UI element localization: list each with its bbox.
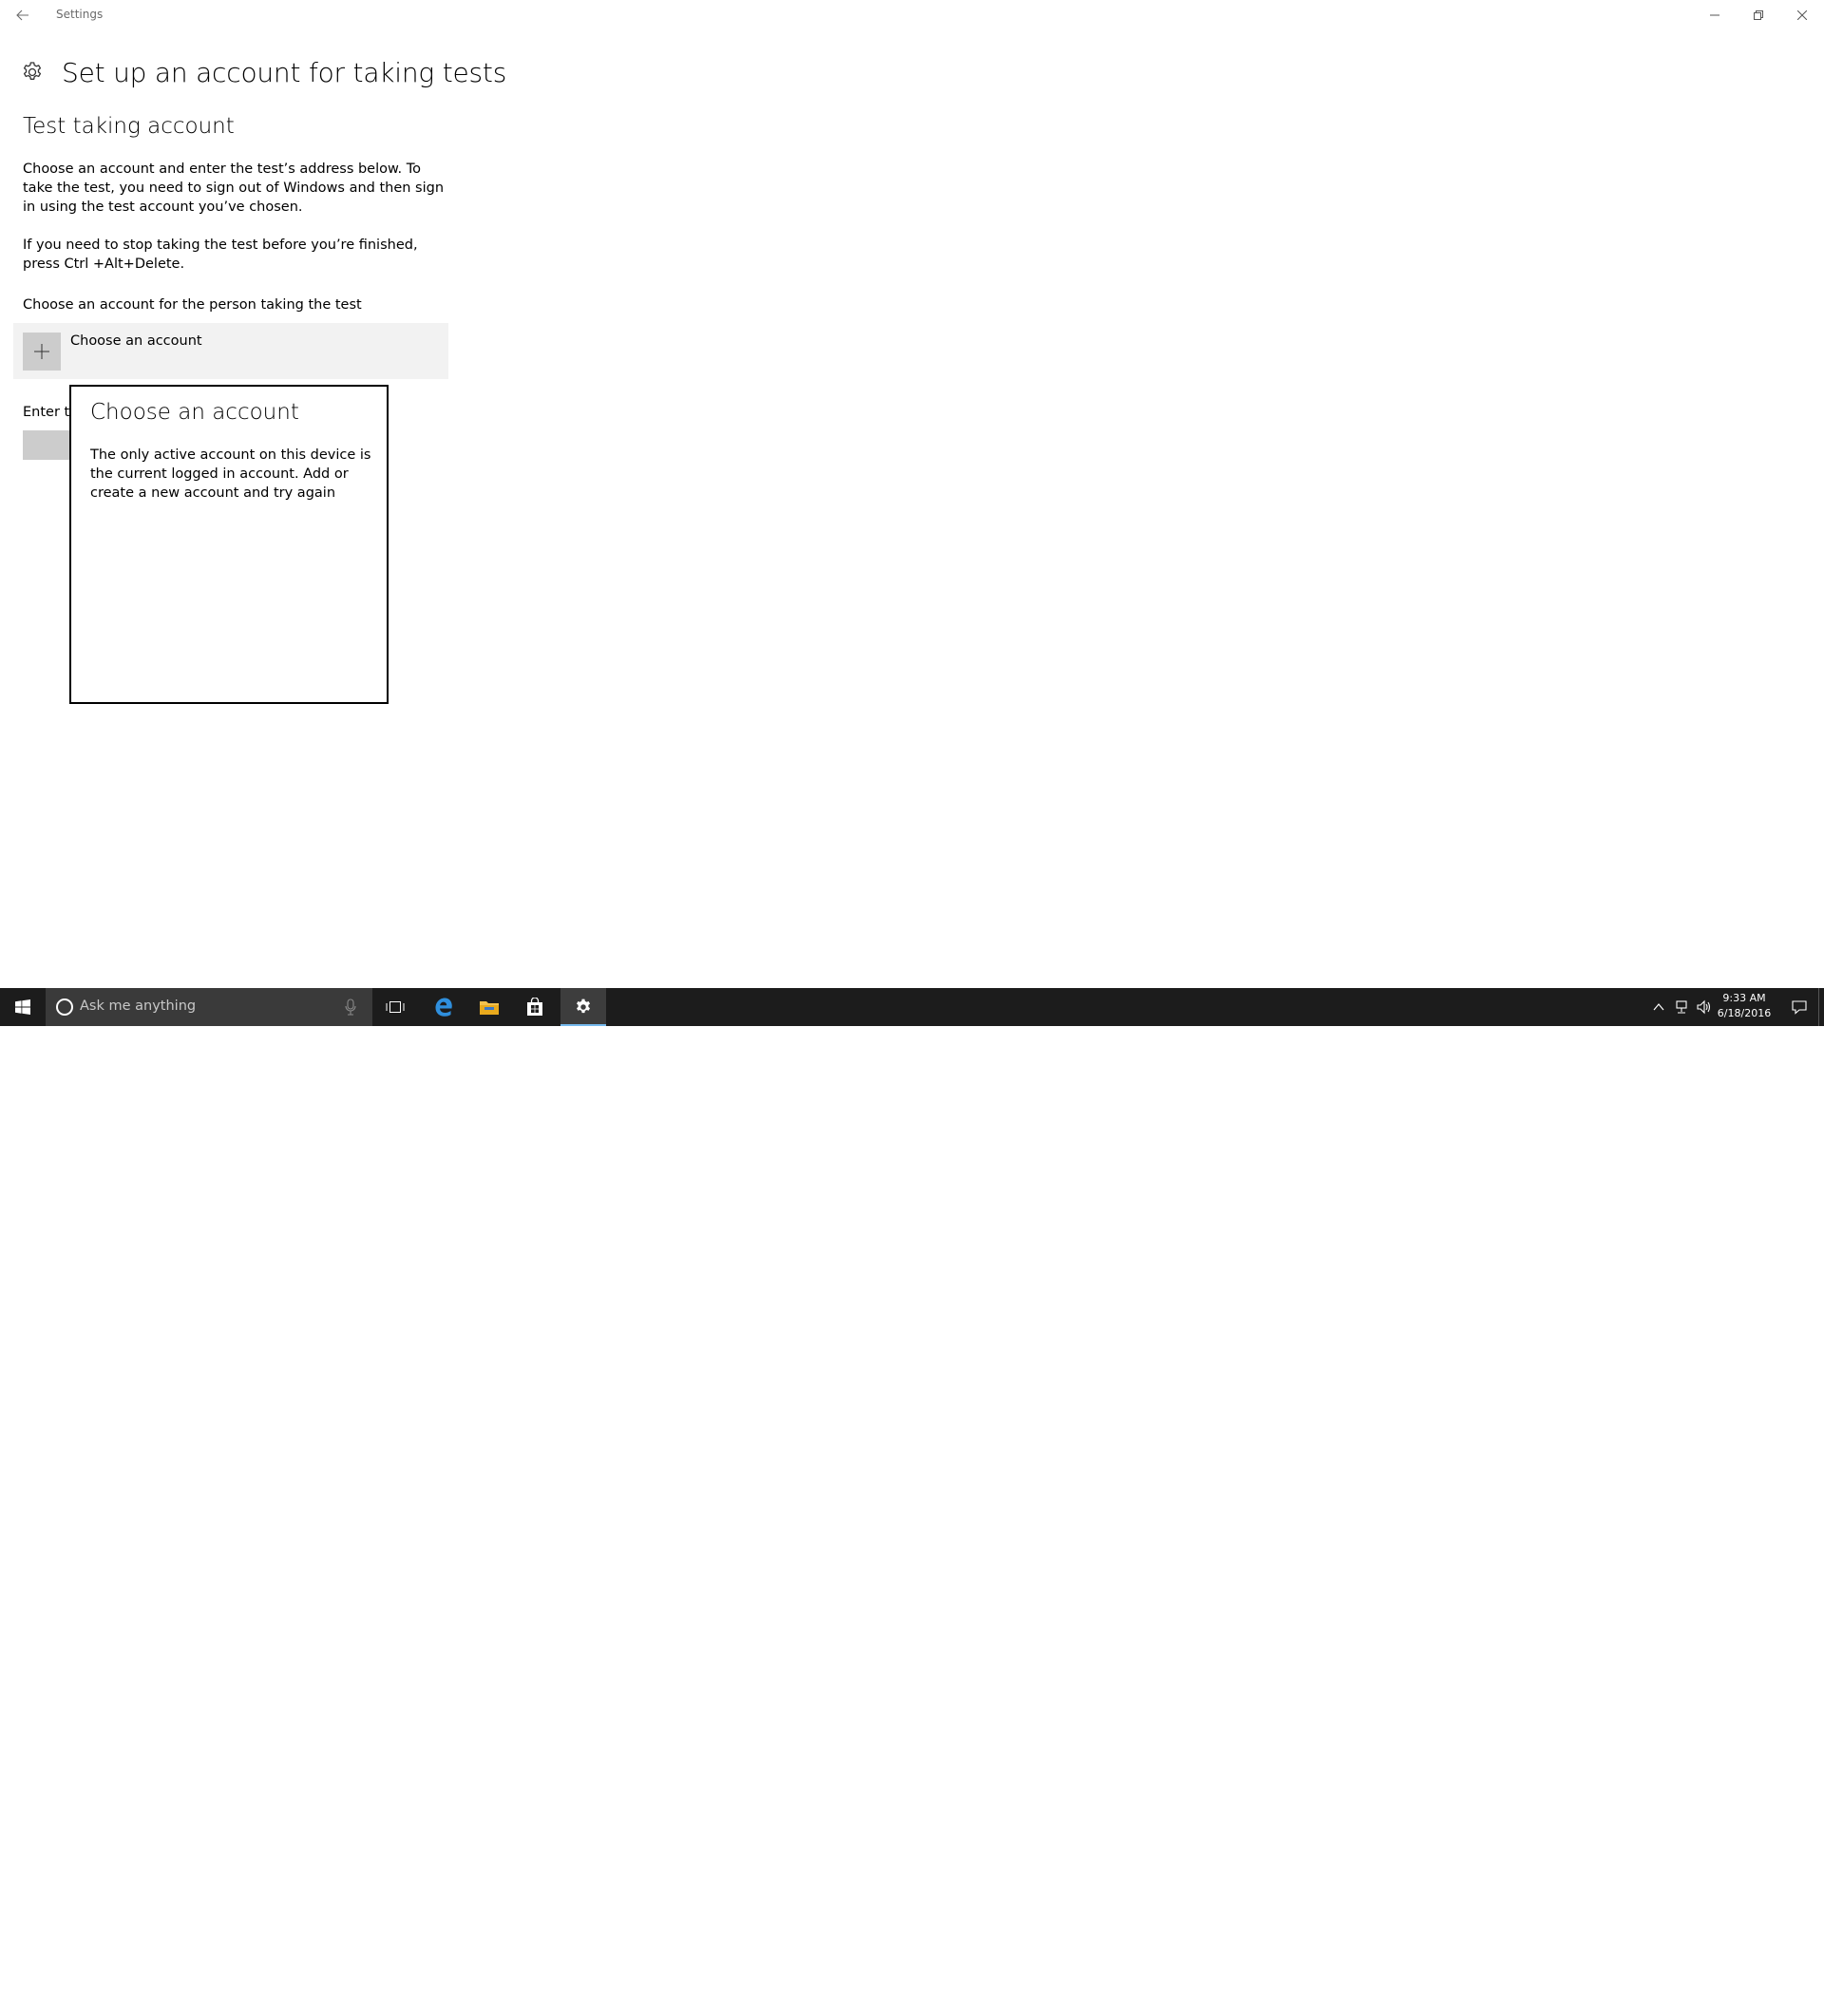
search-placeholder: Ask me anything (80, 998, 197, 1014)
book-logo-icon (1589, 1978, 1637, 2016)
back-arrow-icon (16, 10, 28, 21)
task-view-icon (386, 1001, 405, 1013)
show-hidden-icons-icon[interactable] (1651, 999, 1666, 1015)
flyout-title: Choose an account (90, 400, 299, 425)
restore-icon (1754, 10, 1763, 20)
test-address-input[interactable] (23, 430, 70, 460)
file-explorer-icon (480, 1001, 499, 1015)
section-title: Test taking account (23, 114, 235, 139)
search-box[interactable]: Ask me anything (46, 988, 372, 1026)
settings-window: Settings Set up an account for taking te… (0, 0, 1824, 988)
microphone-icon[interactable] (344, 998, 357, 1016)
stop-test-paragraph: If you need to stop taking the test befo… (23, 238, 418, 272)
clock[interactable]: 9:33 AM 6/18/2016 (1710, 991, 1778, 1021)
choose-account-flyout: Choose an account The only active accoun… (69, 385, 389, 704)
back-button[interactable] (6, 2, 40, 29)
flyout-message: The only active account on this device i… (90, 447, 371, 501)
clock-time: 9:33 AM (1722, 992, 1766, 1004)
edge-icon (435, 998, 452, 1017)
windows-start-icon (15, 999, 30, 1015)
restore-button[interactable] (1737, 0, 1780, 30)
close-button[interactable] (1780, 0, 1824, 30)
cortana-icon (56, 998, 73, 1016)
watermark: The Collection Book (1586, 1974, 1820, 2016)
task-view-button[interactable] (372, 988, 418, 1026)
network-icon[interactable] (1674, 999, 1689, 1015)
minimize-icon (1710, 14, 1720, 16)
app-title: Settings (56, 8, 104, 21)
start-button[interactable] (0, 988, 46, 1026)
title-bar: Settings (0, 0, 1824, 30)
action-center-icon (1792, 1000, 1807, 1015)
settings-icon (577, 998, 590, 1014)
action-center-button[interactable] (1782, 988, 1816, 1026)
clock-date: 6/18/2016 (1717, 1007, 1772, 1019)
instructions-paragraph: Choose an account and enter the test’s a… (23, 162, 445, 215)
settings-taskbar-button[interactable] (560, 988, 606, 1026)
show-desktop-button[interactable] (1818, 988, 1824, 1026)
minimize-button[interactable] (1693, 0, 1737, 30)
store-icon (527, 998, 542, 1016)
store-taskbar-button[interactable] (512, 988, 558, 1026)
choose-account-button-label: Choose an account (70, 333, 202, 349)
plus-icon (34, 344, 49, 359)
page-header: Set up an account for taking tests (21, 53, 506, 91)
edge-taskbar-button[interactable] (421, 988, 466, 1026)
add-account-tile (23, 333, 61, 371)
close-icon (1797, 10, 1807, 20)
choose-account-label: Choose an account for the person taking … (23, 297, 362, 313)
page-title: Set up an account for taking tests (62, 56, 507, 88)
watermark-text: The Collection Book (1645, 1980, 1820, 2000)
taskbar: Ask me anything The Collection Book 9:33… (0, 988, 1824, 2016)
choose-account-button[interactable]: Choose an account (13, 323, 448, 379)
gear-icon (23, 62, 42, 80)
file-explorer-taskbar-button[interactable] (466, 988, 512, 1026)
